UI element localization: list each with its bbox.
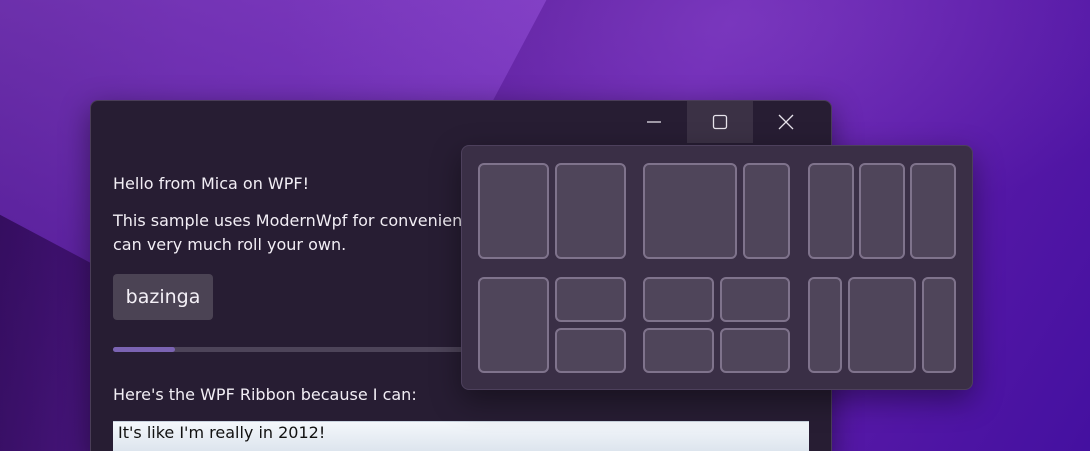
close-button[interactable] — [753, 101, 819, 143]
snap-zone-nwn-left[interactable] — [808, 277, 842, 373]
snap-zone-two-equal-right[interactable] — [555, 163, 626, 259]
snap-zone-two-equal-left[interactable] — [478, 163, 549, 259]
progress-fill — [113, 347, 175, 352]
snap-zone-wide-narrow-right[interactable] — [743, 163, 790, 259]
snap-zone-three-equal-3[interactable] — [910, 163, 956, 259]
snap-zone-left-stack-bottom-right[interactable] — [555, 328, 626, 373]
snap-zone-quad-top-left[interactable] — [643, 277, 714, 322]
snap-zone-nwn-center[interactable] — [848, 277, 916, 373]
snap-zone-three-equal-1[interactable] — [808, 163, 854, 259]
snap-layouts-flyout — [461, 145, 973, 390]
snap-zone-quad-top-right[interactable] — [720, 277, 790, 322]
close-icon — [778, 114, 794, 130]
snap-zone-quad-bottom-right[interactable] — [720, 328, 790, 373]
snap-zone-wide-narrow-left[interactable] — [643, 163, 737, 259]
minimize-button[interactable] — [621, 101, 687, 143]
snap-zone-nwn-right[interactable] — [922, 277, 956, 373]
title-bar[interactable] — [91, 101, 831, 143]
minimize-icon — [647, 121, 661, 123]
snap-zone-quad-bottom-left[interactable] — [643, 328, 714, 373]
description-text: This sample uses ModernWpf for convenien… — [113, 211, 463, 254]
snap-zone-left-stack-top-right[interactable] — [555, 277, 626, 322]
bazinga-button[interactable]: bazinga — [113, 274, 213, 320]
snap-zone-three-equal-2[interactable] — [859, 163, 905, 259]
ribbon-area[interactable]: It's like I'm really in 2012! — [113, 421, 809, 451]
maximize-icon — [712, 114, 728, 130]
maximize-button[interactable] — [687, 101, 753, 143]
snap-zone-left-stack-left[interactable] — [478, 277, 549, 373]
